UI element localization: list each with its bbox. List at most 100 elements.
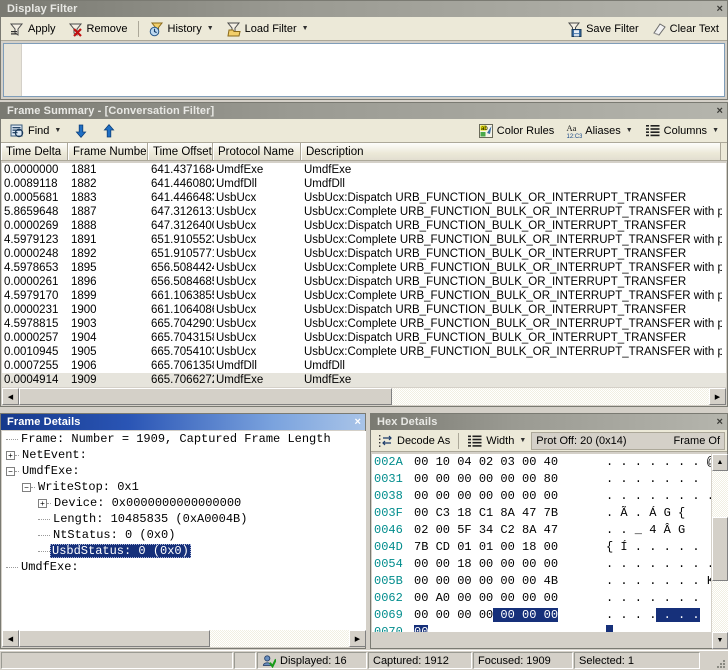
close-icon[interactable]: × (354, 414, 361, 430)
hscroll-track[interactable] (19, 630, 349, 647)
save-filter-button[interactable]: Save Filter (562, 19, 644, 39)
scroll-left-icon[interactable]: ◀ (2, 388, 19, 405)
frame-summary-rows[interactable]: 0.00000001881641.4371684UmdfExeUmdfExe 0.… (2, 163, 726, 387)
hex-row[interactable]: 006200 A0 00 00 00 00 00. . . . . . . (372, 590, 711, 607)
chevron-down-icon[interactable]: ▼ (519, 437, 526, 444)
table-row[interactable]: 4.59788151903665.7042901UsbUcxUsbUcx:Com… (2, 317, 726, 331)
resize-grip-icon[interactable] (712, 654, 728, 670)
width-button[interactable]: Width ▼ (462, 431, 531, 451)
hex-byte[interactable]: 18 (450, 557, 472, 571)
hex-ascii-selected[interactable]: . . . (656, 608, 699, 622)
hex-byte[interactable]: 00 (428, 523, 450, 537)
frame-summary-hscrollbar[interactable]: ◀ ▶ (2, 388, 726, 405)
hex-byte[interactable]: 34 (472, 523, 494, 537)
aliases-button[interactable]: Aa 12:C3 Aliases ▼ (561, 121, 637, 141)
hex-byte[interactable]: 00 (515, 591, 537, 605)
hex-byte[interactable]: A0 (428, 591, 450, 605)
hex-byte[interactable]: C2 (493, 523, 515, 537)
hex-byte[interactable]: 00 (472, 489, 494, 503)
hex-row[interactable]: 002A00 10 04 02 03 00 40. . . . . . . @ (372, 454, 711, 471)
table-row[interactable]: 0.00049141909665.7066272UmdfExeUmdfExe (2, 373, 726, 387)
hex-byte[interactable]: 00 (428, 489, 450, 503)
table-row[interactable]: 0.00002611896656.5084685UsbUcxUsbUcx:Dis… (2, 275, 726, 289)
hex-row[interactable]: 005B00 00 00 00 00 00 4B. . . . . . . K (372, 573, 711, 590)
hex-byte[interactable]: 00 (472, 608, 494, 622)
hex-byte[interactable]: 18 (450, 506, 472, 520)
hex-byte[interactable]: 4B (536, 574, 558, 588)
hex-byte[interactable]: 00 (515, 608, 537, 622)
hex-byte[interactable]: 10 (428, 455, 450, 469)
table-row[interactable]: 0.00056811883641.4466483UsbUcxUsbUcx:Dis… (2, 191, 726, 205)
hex-byte[interactable]: 00 (515, 574, 537, 588)
close-icon[interactable]: × (716, 414, 723, 430)
color-rules-button[interactable]: ab Color Rules (473, 121, 559, 141)
hex-byte[interactable]: 00 (414, 608, 428, 622)
hex-byte[interactable]: 7B (536, 506, 558, 520)
hex-byte[interactable]: 00 (414, 591, 428, 605)
hex-byte[interactable]: 00 (472, 574, 494, 588)
chevron-down-icon[interactable]: ▼ (54, 127, 61, 134)
hex-row[interactable]: 003100 00 00 00 00 00 80. . . . . . . (372, 471, 711, 488)
load-filter-button[interactable]: Load Filter ▼ (221, 19, 314, 39)
table-row[interactable]: 4.59786531895656.5084424UsbUcxUsbUcx:Com… (2, 261, 726, 275)
expand-icon[interactable]: + (6, 451, 15, 460)
table-row[interactable]: 0.00109451905665.7054103UsbUcxUsbUcx:Com… (2, 345, 726, 359)
hex-byte[interactable]: 04 (450, 455, 472, 469)
hex-byte[interactable]: 7B (414, 540, 428, 554)
tree-node[interactable]: +NetEvent: (2, 447, 366, 463)
hex-byte[interactable]: 40 (536, 455, 558, 469)
hex-vscrollbar[interactable]: ▲ ▼ (712, 454, 728, 649)
hex-row[interactable]: 004D7B CD 01 01 00 18 00{ Í . . . . . (372, 539, 711, 556)
hex-byte[interactable]: 00 (450, 574, 472, 588)
hex-byte[interactable]: 00 (450, 489, 472, 503)
chevron-down-icon[interactable]: ▼ (302, 25, 309, 32)
hex-byte[interactable]: 00 (472, 591, 494, 605)
tree-node[interactable]: +Device: 0x0000000000000000 (2, 495, 366, 511)
hex-byte[interactable]: 00 (414, 455, 428, 469)
column-header-protocol-name[interactable]: Protocol Name (213, 143, 301, 160)
table-row[interactable]: 0.00002571904665.7043158UsbUcxUsbUcx:Dis… (2, 331, 726, 345)
hex-byte[interactable]: 5F (450, 523, 472, 537)
find-previous-button[interactable] (96, 121, 122, 141)
hscroll-track[interactable] (19, 388, 709, 405)
hex-byte[interactable]: 00 (536, 557, 558, 571)
tree-node[interactable]: UmdfExe: (2, 559, 366, 575)
apply-filter-button[interactable]: Apply (4, 19, 61, 39)
hex-byte[interactable]: 02 (472, 455, 494, 469)
find-button[interactable]: Find ▼ (4, 121, 66, 141)
hex-byte[interactable]: 00 (472, 557, 494, 571)
hex-byte[interactable]: 00 (536, 540, 558, 554)
scroll-right-icon[interactable]: ▶ (709, 388, 726, 405)
columns-button[interactable]: Columns ▼ (640, 121, 724, 141)
hscroll-thumb[interactable] (19, 388, 392, 405)
vscroll-thumb[interactable] (712, 517, 728, 581)
hex-byte[interactable]: 00 (493, 591, 515, 605)
hex-byte[interactable]: 01 (472, 540, 494, 554)
tree-node[interactable]: UsbdStatus: 0 (0x0) (2, 543, 366, 559)
hex-byte[interactable]: 00 (515, 472, 537, 486)
hex-byte[interactable]: 00 (428, 574, 450, 588)
hex-byte[interactable]: CD (428, 540, 450, 554)
hex-byte[interactable]: 00 (493, 540, 515, 554)
table-row[interactable]: 0.00002311900661.1064086UsbUcxUsbUcx:Dis… (2, 303, 726, 317)
frame-details-tree[interactable]: Frame: Number = 1909, Captured Frame Len… (2, 431, 366, 632)
hex-byte[interactable]: 18 (515, 540, 537, 554)
filter-history-button[interactable]: History ▼ (144, 19, 219, 39)
table-row[interactable]: 0.00000001881641.4371684UmdfExeUmdfExe (2, 163, 726, 177)
hex-byte[interactable]: 00 (428, 557, 450, 571)
display-filter-editor[interactable] (3, 43, 725, 97)
clear-text-button[interactable]: Clear Text (646, 19, 724, 39)
table-row[interactable]: 0.00002481892651.9105771UsbUcxUsbUcx:Dis… (2, 247, 726, 261)
hex-byte[interactable]: 00 (472, 472, 494, 486)
close-icon[interactable]: × (716, 103, 723, 119)
hex-row[interactable]: 003800 00 00 00 00 00 00. . . . . . . . (372, 488, 711, 505)
hex-byte[interactable]: 47 (536, 523, 558, 537)
chevron-down-icon[interactable]: ▼ (207, 25, 214, 32)
scroll-right-icon[interactable]: ▶ (349, 630, 366, 647)
column-header-description[interactable]: Description (301, 143, 721, 160)
table-row[interactable]: 4.59791701899661.1063855UsbUcxUsbUcx:Com… (2, 289, 726, 303)
scroll-left-icon[interactable]: ◀ (2, 630, 19, 647)
decode-as-button[interactable]: Decode As (373, 431, 455, 451)
hex-row[interactable]: 006900 00 00 00 00 00 00. . . . . . . (372, 607, 711, 624)
hex-byte[interactable]: 00 (414, 472, 428, 486)
